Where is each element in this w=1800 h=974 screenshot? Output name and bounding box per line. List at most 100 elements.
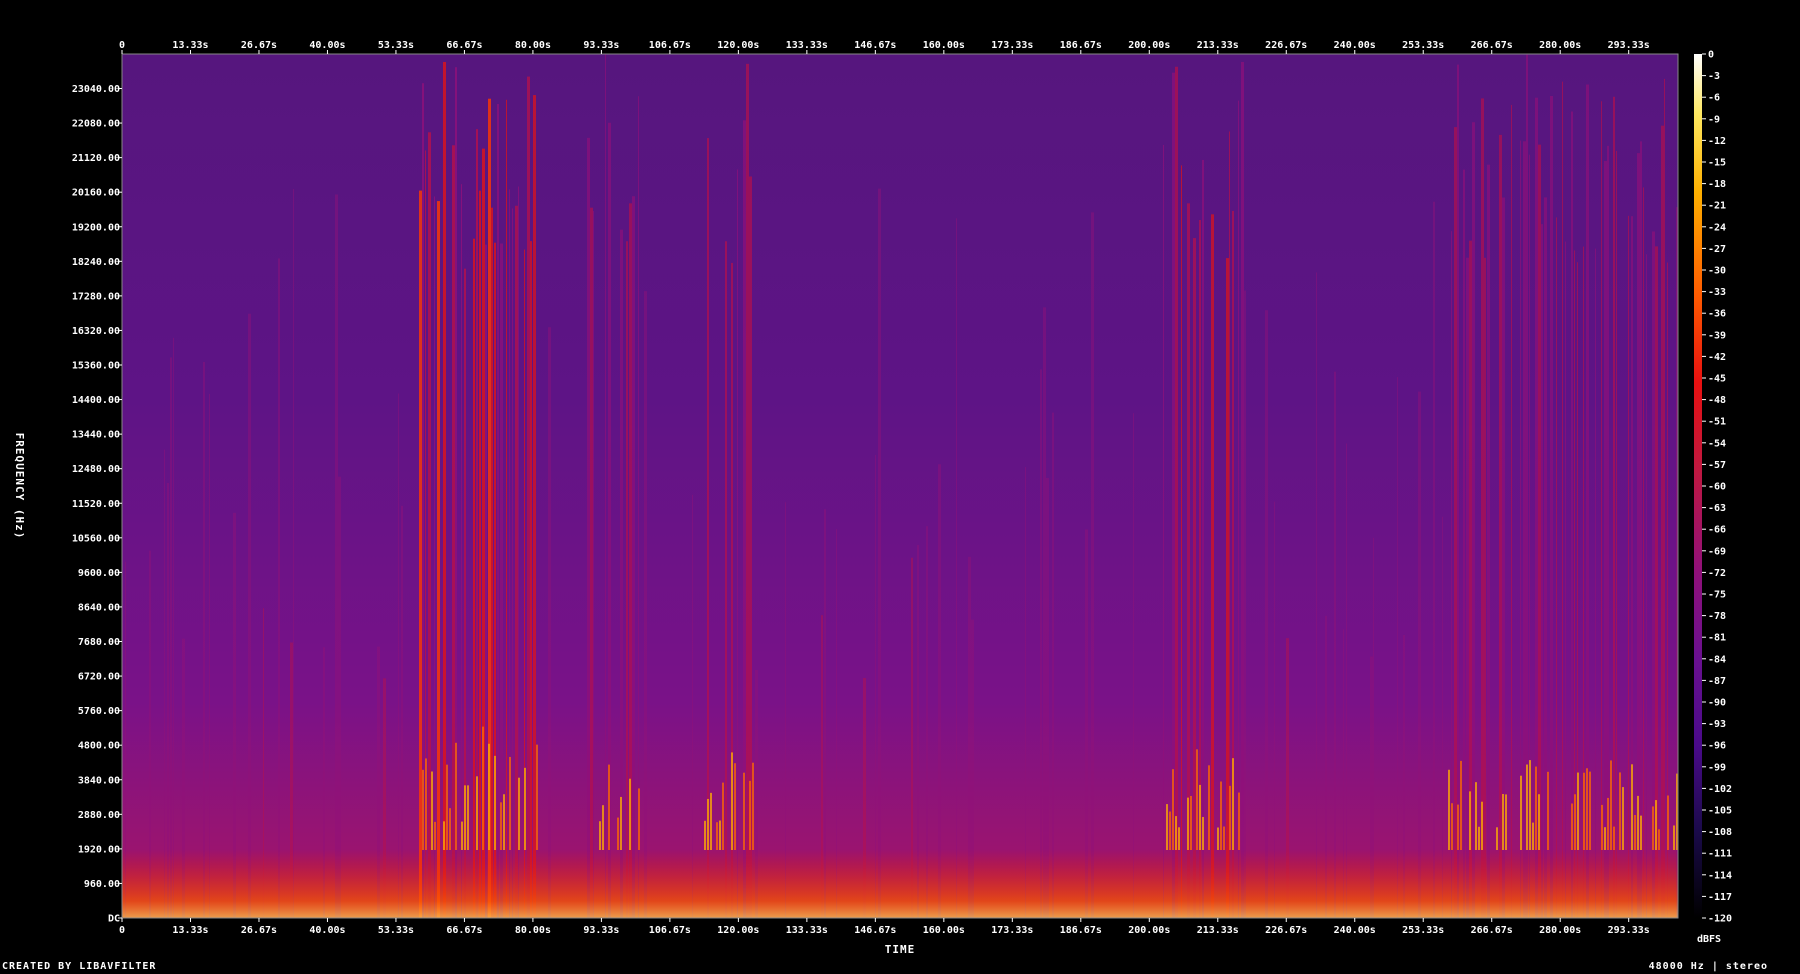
spectrogram-stripe (293, 189, 294, 918)
spectrogram-stripe (1463, 169, 1465, 918)
spectrogram-hotspot (629, 778, 631, 850)
x-tick-label: 146.67s (854, 925, 896, 936)
x-tick-label: 53.33s (378, 925, 414, 936)
spectrogram-hotspot (1196, 749, 1198, 850)
spectrogram-stripe (644, 291, 647, 918)
spectrogram-stripe (530, 241, 532, 918)
spectrogram-hotspot (734, 763, 736, 850)
spectrogram-hotspot (443, 821, 445, 850)
spectrogram-hotspot (722, 782, 724, 850)
colorbar-tick-label: -54 (1708, 438, 1726, 449)
spectrogram-hotspot (1652, 806, 1654, 850)
spectrogram-stripe (1604, 161, 1607, 918)
spectrogram-stripe (1334, 371, 1336, 918)
spectrogram-stripe (1091, 212, 1094, 918)
spectrogram-stripe (1556, 217, 1557, 918)
x-tick-label: 160.00s (923, 925, 965, 936)
colorbar-tick-label: -24 (1708, 222, 1726, 233)
spectrogram-stripe (590, 207, 593, 918)
spectrogram-stripe (1571, 111, 1573, 918)
spectrogram-hotspot (482, 726, 484, 850)
spectrogram-hotspot (1547, 771, 1549, 850)
spectrogram-hotspot (1481, 801, 1483, 850)
colorbar-tick-label: -90 (1708, 698, 1726, 709)
x-tick-label: 66.67s (446, 925, 482, 936)
colorbar-tick-label: -63 (1708, 503, 1726, 514)
spectrogram-stripe (1487, 164, 1490, 918)
spectrogram-hotspot (1673, 825, 1675, 850)
colorbar-tick-label: -75 (1708, 590, 1726, 601)
spectrogram-stripe (506, 99, 507, 918)
spectrogram-stripe (1661, 125, 1664, 918)
spectrogram-stripe (170, 357, 172, 918)
spectrogram-hotspot (1619, 772, 1621, 850)
spectrogram-stripe (1643, 187, 1644, 918)
spectrogram-hotspot (1232, 758, 1234, 850)
spectrogram-hotspot (1451, 803, 1453, 850)
spectrogram-hotspot (464, 785, 466, 850)
spectrogram-stripe (1595, 248, 1596, 918)
colorbar-tick-label: -9 (1708, 114, 1720, 125)
colorbar-tick-label: -120 (1708, 914, 1732, 925)
spectrogram-stripe (1544, 197, 1547, 918)
colorbar-tick-label: -78 (1708, 611, 1726, 622)
y-tick-label: 13440.00 (72, 430, 120, 441)
spectrogram-stripe (533, 95, 536, 918)
spectrogram-hotspot (1634, 814, 1636, 850)
spectrogram-hotspot (1631, 764, 1633, 850)
low-frequency-band (122, 850, 1678, 918)
spectrogram-hotspot (1577, 772, 1579, 850)
x-tick-label: 266.67s (1471, 925, 1513, 936)
x-tick-label: 280.00s (1539, 40, 1581, 51)
y-tick-label: 17280.00 (72, 291, 120, 302)
spectrogram-hotspot (1223, 826, 1225, 850)
y-tick-label: 23040.00 (72, 84, 120, 95)
colorbar-tick-label: -48 (1708, 395, 1726, 406)
spectrogram-stripe (1244, 290, 1246, 918)
y-tick-label: 1920.00 (78, 844, 120, 855)
spectrogram-hotspot (752, 762, 754, 850)
spectrogram-hotspot (494, 755, 496, 850)
spectrogram-stripe (1040, 369, 1042, 918)
spectrogram-stripe (1664, 78, 1665, 918)
spectrogram-stripe (1346, 443, 1347, 918)
y-tick-label: 14400.00 (72, 395, 120, 406)
y-tick-label: 7680.00 (78, 637, 120, 648)
spectrogram-hotspot (422, 769, 424, 850)
spectrogram-stripe (164, 449, 165, 918)
spectrogram-hotspot (743, 772, 745, 850)
x-tick-label: 253.33s (1402, 40, 1444, 51)
colorbar-tick-label: -18 (1708, 179, 1726, 190)
x-tick-label: 133.33s (786, 925, 828, 936)
spectrogram-stripe (1265, 310, 1268, 918)
spectrogram-hotspot (707, 798, 709, 850)
colorbar-tick-label: -30 (1708, 266, 1726, 277)
spectrogram-hotspot (1655, 800, 1657, 850)
y-tick-label: 8640.00 (78, 602, 120, 613)
x-tick-label: 13.33s (172, 40, 208, 51)
x-tick-label: 120.00s (717, 40, 759, 51)
spectrogram-stripe (1481, 98, 1484, 918)
spectrogram-stripe (1043, 307, 1046, 918)
y-tick-label: 15360.00 (72, 361, 120, 372)
spectrogram-stripe (1457, 64, 1459, 918)
spectrogram-hotspot (503, 794, 505, 850)
x-tick-label: 213.33s (1197, 40, 1239, 51)
y-tick-label: 2880.00 (78, 810, 120, 821)
colorbar-tick-label: -87 (1708, 676, 1726, 687)
spectrogram-stripe (1226, 258, 1229, 918)
spectrogram-stripe (956, 218, 957, 918)
spectrogram-stripe (1202, 159, 1204, 918)
spectrogram-hotspot (518, 777, 520, 850)
spectrogram-stripe (335, 194, 338, 918)
spectrogram-hotspot (719, 820, 721, 850)
spectrogram-hotspot (1202, 816, 1204, 850)
spectrogram-hotspot (1238, 792, 1240, 850)
spectrogram-stripe (1211, 214, 1214, 918)
spectrogram-hotspot (1658, 829, 1660, 850)
colorbar-tick-label: -66 (1708, 525, 1726, 536)
spectrogram-hotspot (1175, 816, 1177, 850)
x-tick-label: 146.67s (854, 40, 896, 51)
colorbar-tick-label: -6 (1708, 93, 1720, 104)
spectrogram-hotspot (1526, 764, 1528, 850)
